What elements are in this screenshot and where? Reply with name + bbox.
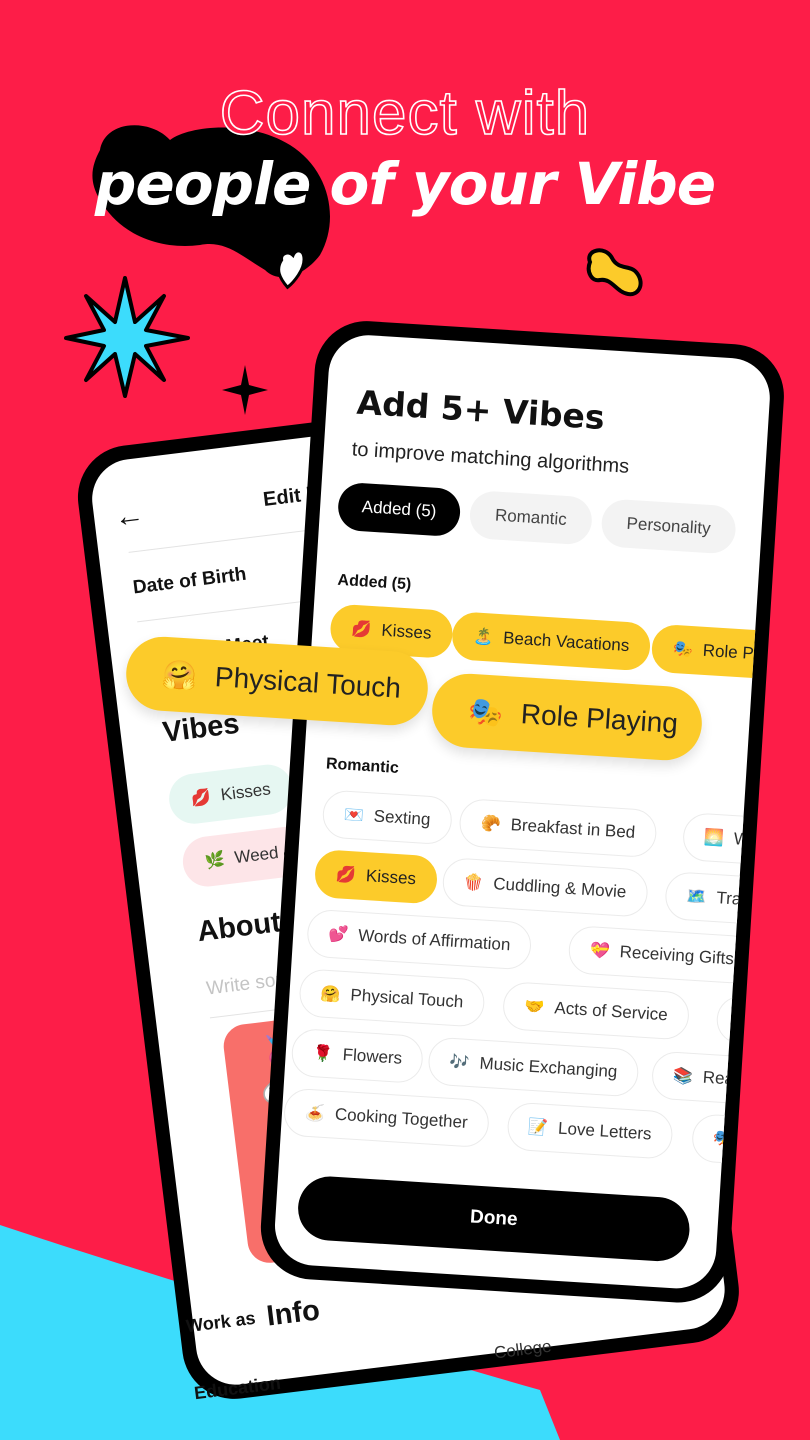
chip-label: Flowers [342,1045,403,1068]
chip-emoji-icon: 📚 [672,1067,694,1087]
chip-emoji-icon: 🌅 [703,829,725,848]
chip-label: Kisses [380,620,433,643]
chip-emoji-icon: 🎶 [449,1053,471,1072]
chip-emoji-icon: 🌹 [312,1045,334,1064]
added-section-heading: Added (5) [337,571,412,594]
romantic-chip[interactable]: 💋 Kisses [313,848,439,905]
info-heading: Info [264,1294,322,1333]
chip-label: Kisses [219,779,272,805]
romantic-chip[interactable]: 🎶 Music Exchanging [427,1036,640,1098]
done-button[interactable]: Done [296,1174,692,1264]
headline-line-1: Connect with [219,78,591,149]
chip-label: Receiving Gifts [619,942,735,969]
chip-label: Physical Touch [214,661,402,704]
chip-emoji-icon: 💋 [335,866,357,885]
date-of-birth-row[interactable]: Date of Birth [132,564,248,600]
hugging-face-icon: 🤗 [161,658,199,692]
chip-emoji-icon: 💌 [343,806,365,825]
kiss-icon: 💋 [350,620,372,639]
romantic-chip[interactable]: 🍝 Cooking Together [282,1087,491,1149]
added-chip-role-playing[interactable]: 🎭 Role Playing [650,623,773,683]
chip-label: Role Playing [520,698,679,739]
add-vibes-subtitle: to improve matching algorithms [351,438,630,478]
romantic-chip[interactable]: 📝 Love Letters [505,1101,674,1160]
kiss-icon: 💋 [190,788,213,808]
added-chip-beach-vacations[interactable]: 🏝️ Beach Vacations [450,611,652,672]
chip-label: Acts of Service [553,998,669,1025]
chip-label: Kisses [365,866,417,889]
chip-emoji-icon: 🤗 [320,985,341,1004]
island-icon: 🏝️ [472,628,494,647]
chip-label: Words of Affirmation [357,925,511,955]
romantic-chip[interactable]: 🥐 Breakfast in Bed [458,797,658,859]
romantic-chip[interactable]: 🌹 Flowers [290,1027,425,1085]
romantic-chip[interactable]: 🤗 Physical Touch [298,968,486,1028]
tab-personality[interactable]: Personality [600,498,737,555]
romantic-section-heading: Romantic [325,755,400,777]
chip-emoji-icon: 🎭 [712,1130,734,1149]
romantic-chip[interactable]: 💕 Words of Affirmation [305,908,533,971]
chip-label: Love Letters [557,1118,653,1144]
chip-label: Beach Vacations [502,628,630,656]
tab-romantic[interactable]: Romantic [468,489,594,546]
chip-label: Role Playing [702,640,773,666]
romantic-chip[interactable]: 💝 Receiving Gifts [567,925,757,985]
chip-label: Music Exchanging [479,1053,618,1082]
chip-emoji-icon: 🤝 [524,998,545,1017]
chip-emoji-icon: 📝 [527,1118,549,1138]
chip-label: Breakfast in Bed [510,815,636,842]
theater-masks-icon: 🎭 [672,640,694,660]
romantic-chip[interactable]: 🍿 Cuddling & Movie [440,856,649,918]
herb-icon: 🌿 [203,851,226,871]
chip-emoji-icon: 🍝 [304,1104,326,1123]
chip-label: Sexting [373,806,431,830]
chip-label: Physical Touch [349,985,464,1012]
headline-rest: of your Vibe [329,150,717,218]
headline-highlight: people [94,150,311,218]
headline-line-2: people of your Vibe [0,150,810,218]
chip-emoji-icon: 💝 [589,942,611,961]
add-vibes-phone: Add 5+ Vibes to improve matching algorit… [257,318,788,1306]
add-vibes-screen: Add 5+ Vibes to improve matching algorit… [272,332,773,1291]
chip-label: Cuddling & Movie [492,874,627,902]
vibe-chip-kisses[interactable]: 💋 Kisses [166,761,296,827]
back-arrow-icon[interactable]: ← [112,498,146,535]
chip-label: Cooking Together [334,1104,469,1132]
chip-emoji-icon: 🗺️ [686,888,707,907]
tab-added[interactable]: Added (5) [336,481,462,538]
chip-emoji-icon: 🥐 [480,815,502,834]
romantic-chip[interactable]: 💌 Sexting [321,789,453,846]
theater-masks-icon: 🎭 [467,695,504,729]
add-vibes-title: Add 5+ Vibes [355,382,606,438]
chip-emoji-icon: 💕 [327,925,349,945]
chip-emoji-icon: 🍿 [462,874,484,893]
romantic-chip[interactable]: 🤝 Acts of Service [502,981,691,1041]
